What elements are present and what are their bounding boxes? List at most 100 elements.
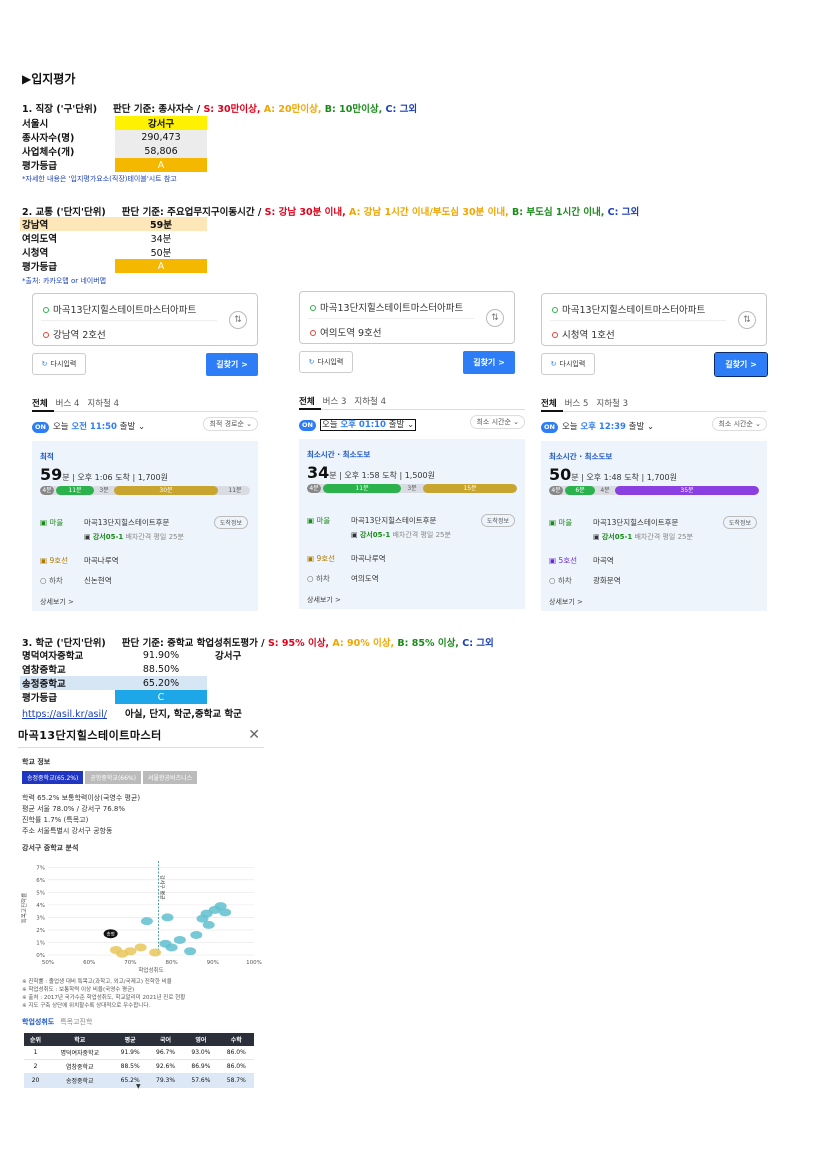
refresh-icon: ↻ <box>41 360 48 368</box>
find-route-button[interactable]: 길찾기 > <box>206 353 258 376</box>
route-type: 최소시간 · 최소도보 <box>307 450 371 459</box>
tab-all[interactable]: 전체 <box>32 399 48 409</box>
tab-all[interactable]: 전체 <box>299 397 315 407</box>
table-row[interactable]: 2 염창중학교 88.5% 92.6% 86.9% 86.0% <box>24 1059 254 1074</box>
route-result[interactable]: 최소시간 · 최소도보 34분 | 오후 1:58 도착 | 1,500원 4분… <box>299 439 525 609</box>
table-tabs: 학업성취도 특목고진학 <box>22 1017 92 1027</box>
tab-all[interactable]: 전체 <box>541 399 557 409</box>
section-1-note: *자세한 내용은 '입지평가요소(직장)테이블'시트 참고 <box>22 175 177 183</box>
grade-value: C <box>115 690 207 704</box>
reset-button[interactable]: ↻ 다시입력 <box>299 351 353 373</box>
on-badge[interactable]: ON <box>32 422 49 433</box>
col-korean: 국어 <box>147 1033 184 1046</box>
origin-text: 마곡13단지힐스테이트마스터아파트 <box>53 305 197 316</box>
destination-field[interactable]: 강남역 2호선 <box>43 327 106 341</box>
bus-interval: 배차간격 평일 25분 <box>390 531 451 539</box>
swap-icon[interactable]: ⇅ <box>738 311 756 329</box>
school-info-heading: 학교 정보 <box>22 758 51 766</box>
detail-link[interactable]: 상세보기 > <box>549 597 583 607</box>
route-search-box[interactable]: 마곡13단지힐스테이트마스터아파트 시청역 1호선 ⇅ <box>541 293 767 346</box>
departure-row[interactable]: ON 오늘 오전 11:50 출발 ⌄ <box>32 420 145 433</box>
section-2-table: 강남역 59분 여의도역 34분 시청역 50분 평가등급 A <box>20 217 207 273</box>
close-icon[interactable]: ✕ <box>248 727 260 743</box>
route-bar: 4분 6분 4분 35분 <box>549 486 759 495</box>
row-label: 사업체수(개) <box>22 147 75 158</box>
y-tick-label: 5% <box>36 890 45 896</box>
tab-subway[interactable]: 지하철 4 <box>87 399 119 409</box>
departure-select[interactable]: 오늘 오후 01:10 출발 ⌄ <box>319 419 417 431</box>
x-tick-label: 80% <box>165 960 177 966</box>
data-point <box>173 935 186 944</box>
departure-row[interactable]: ON 오늘 오후 01:10 출발 ⌄ <box>299 418 417 431</box>
on-badge[interactable]: ON <box>299 420 316 431</box>
tab-subway[interactable]: 지하철 4 <box>354 397 386 407</box>
bus-line: ▣ 강서05-1 배차간격 평일 25분 <box>593 533 693 541</box>
bus-icon: ▣ 마을 <box>307 516 331 525</box>
stop-transfer: ▣ 5호선 마곡역 <box>549 555 614 566</box>
route-search-box[interactable]: 마곡13단지힐스테이트마스터아파트 여의도역 9호선 ⇅ <box>299 291 515 344</box>
stop-alight: ○ 하차 광화문역 <box>549 575 621 586</box>
table-row: 종사자수(명) 290,473 <box>20 130 207 144</box>
reset-button[interactable]: ↻ 다시입력 <box>32 353 86 375</box>
x-tick-label: 50% <box>42 960 54 966</box>
tab-achievement[interactable]: 학업성취도 <box>22 1018 54 1026</box>
sort-select[interactable]: 최소 시간순 ⌄ <box>470 415 525 429</box>
tab-special-school[interactable]: 특목고진학 <box>60 1018 92 1026</box>
expand-icon[interactable]: ▼ <box>136 1083 141 1090</box>
tab-bus[interactable]: 버스 5 <box>565 399 589 409</box>
arrival-info-button[interactable]: 도착정보 <box>213 516 248 529</box>
swap-icon[interactable]: ⇅ <box>229 311 247 329</box>
detail-link[interactable]: 상세보기 > <box>307 595 341 605</box>
table-row: 송정중학교 65.20% <box>20 676 243 690</box>
reset-button[interactable]: ↻ 다시입력 <box>541 353 595 375</box>
section-1-criteria: 판단 기준: 종사자수 / <box>113 104 204 115</box>
cell: 79.3% <box>147 1073 184 1088</box>
destination-field[interactable]: 시청역 1호선 <box>552 327 615 341</box>
on-badge[interactable]: ON <box>541 422 558 433</box>
tab-bus[interactable]: 버스 4 <box>56 399 80 409</box>
route-result[interactable]: 최소시간 · 최소도보 50분 | 오후 1:48 도착 | 1,700원 4분… <box>541 441 767 611</box>
cell: 65.2% <box>112 1073 148 1088</box>
grade-c-rule: C: 그외 <box>604 207 640 218</box>
arrival-info-button[interactable]: 도착정보 <box>722 516 757 529</box>
arrival-info-button[interactable]: 도착정보 <box>480 514 515 527</box>
swap-icon[interactable]: ⇅ <box>486 309 504 327</box>
info-line: 진학률 1.7% (특목고) <box>22 816 89 824</box>
walk-segment-2: 4분 <box>600 487 610 494</box>
sort-select[interactable]: 최적 경로순 ⌄ <box>203 417 258 431</box>
departure-time: 오후 12:39 <box>580 422 626 432</box>
y-tick-label: 2% <box>36 928 45 934</box>
find-route-button[interactable]: 길찾기 > <box>714 352 768 377</box>
origin-text: 마곡13단지힐스테이트마스터아파트 <box>562 305 706 316</box>
data-point <box>109 945 122 954</box>
subway-segment: 30분 <box>114 486 218 495</box>
row-value: 강서구 <box>115 116 207 130</box>
chip-school[interactable]: 송정중학교(65.2%) <box>22 771 84 784</box>
origin-dot-icon <box>552 307 558 313</box>
tab-subway[interactable]: 지하철 3 <box>596 399 628 409</box>
chip-school[interactable]: 공항중학교(66%) <box>85 771 141 784</box>
footnote: ※ 지도 구축 상단에 위치할수록 상대적으로 우수합니다. <box>22 1003 151 1009</box>
cell: 92.6% <box>147 1059 184 1074</box>
footnote: ※ 진학률 : 졸업생 대비 특목고(과학고, 외고/국제고) 진학한 비율 <box>22 979 172 985</box>
departure-row[interactable]: ON 오늘 오후 12:39 출발 ⌄ <box>541 420 654 433</box>
table-row[interactable]: 1 명덕여자중학교 91.9% 96.7% 93.0% 86.0% <box>24 1046 254 1060</box>
sort-select[interactable]: 최소 시간순 ⌄ <box>712 417 767 431</box>
origin-field[interactable]: 마곡13단지힐스테이트마스터아파트 <box>552 302 705 316</box>
find-route-button[interactable]: 길찾기 > <box>463 351 515 374</box>
grade-c-rule: C: 그외 <box>382 104 418 115</box>
route-search-box[interactable]: 마곡13단지힐스테이트마스터아파트 강남역 2호선 ⇅ <box>32 293 258 346</box>
school-widget: 마곡13단지힐스테이트마스터 ✕ 학교 정보 송정중학교(65.2%) 공항중학교… <box>18 727 264 1090</box>
origin-field[interactable]: 마곡13단지힐스테이트마스터아파트 <box>43 302 196 316</box>
origin-field[interactable]: 마곡13단지힐스테이트마스터아파트 <box>310 300 463 314</box>
detail-link[interactable]: 상세보기 > <box>40 597 74 607</box>
destination-field[interactable]: 여의도역 9호선 <box>310 325 382 339</box>
stop-type: 9호선 <box>316 554 336 563</box>
reference-line-label: 강서구 평균 <box>158 875 165 900</box>
row-value: 91.90% <box>142 649 180 661</box>
chip-school[interactable]: 서울항공비즈니스 <box>142 771 198 784</box>
route-result[interactable]: 최적 59분 | 오후 1:06 도착 | 1,700원 4분 11분 3분 3… <box>32 441 258 611</box>
source-link[interactable]: https://asil.kr/asil/ <box>22 709 107 720</box>
tab-bus[interactable]: 버스 3 <box>323 397 347 407</box>
origin-text: 마곡13단지힐스테이트마스터아파트 <box>320 303 464 314</box>
